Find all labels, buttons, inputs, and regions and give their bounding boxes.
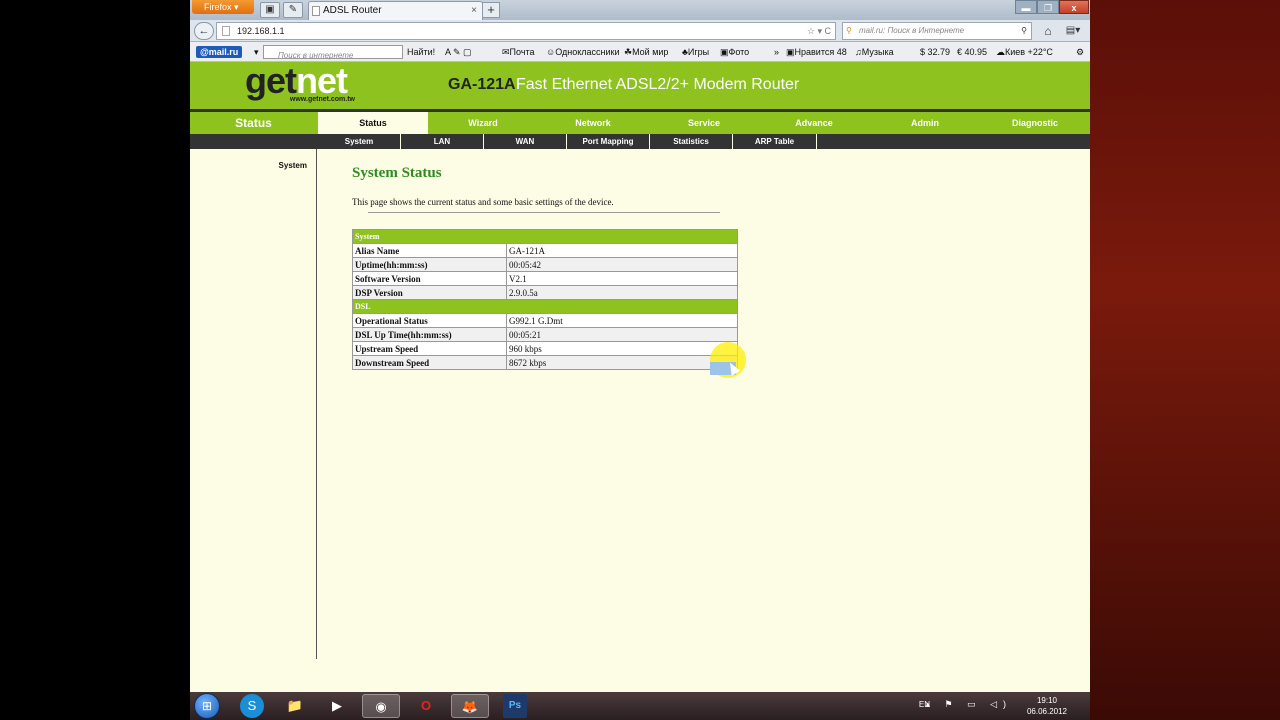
new-tab-button[interactable]: +: [482, 2, 500, 18]
explorer-icon[interactable]: 📁: [276, 694, 314, 718]
mail-link[interactable]: ✉ Почта: [502, 42, 535, 62]
skype-icon[interactable]: S: [240, 694, 264, 718]
page-icon: [222, 26, 230, 36]
router-header: getnet www.getnet.com.tw GA-121A Fast Et…: [190, 62, 1090, 109]
weather-widget[interactable]: ☁ Киев +22°C: [996, 42, 1053, 62]
search-icon[interactable]: ⚲: [1021, 23, 1027, 39]
desktop-wallpaper-edge: [1090, 0, 1280, 720]
music-link[interactable]: ♫ Музыка: [855, 42, 894, 62]
tab-close-icon[interactable]: ×: [471, 2, 477, 20]
clock-time: 19:10: [1036, 696, 1058, 705]
firefox-icon[interactable]: 🦊: [451, 694, 489, 718]
panorama-icon[interactable]: ▣: [260, 2, 280, 18]
photo-link[interactable]: ▣ Фото: [720, 42, 749, 62]
mailru-menu-chevron-icon[interactable]: ▾: [254, 42, 259, 62]
router-page: getnet www.getnet.com.tw GA-121A Fast Et…: [190, 62, 1090, 692]
tray-icons[interactable]: ▴ ⚑ ▭ ◁): [925, 699, 1012, 710]
opera-icon[interactable]: O: [407, 694, 445, 718]
tab-diagnostic[interactable]: Diagnostic: [980, 112, 1090, 134]
sidebar-item-system[interactable]: System: [279, 161, 307, 170]
games-link[interactable]: ♣ Игры: [682, 42, 709, 62]
media-player-icon[interactable]: ▶: [318, 694, 356, 718]
chrome-icon[interactable]: ◉: [362, 694, 400, 718]
start-button[interactable]: ⊞: [194, 693, 220, 719]
settings-icon[interactable]: ⚙: [1076, 42, 1084, 62]
tab-status[interactable]: Status: [318, 112, 428, 134]
home-icon[interactable]: ⌂: [1038, 22, 1058, 40]
table-row: Operational Status G992.1 G.Dmt: [352, 313, 738, 328]
model-name: GA-121A: [448, 76, 516, 93]
page-title: System Status: [352, 165, 442, 181]
section-header-dsl: DSL: [352, 299, 738, 314]
tab-title: ADSL Router: [323, 5, 382, 16]
page-icon: [312, 6, 320, 16]
more-chevron-icon[interactable]: »: [774, 42, 779, 62]
subnav-left-block: [190, 134, 317, 149]
font-size-icon[interactable]: A ✎ ▢: [445, 42, 472, 62]
product-name: Fast Ethernet ADSL2/2+ Modem Router: [516, 76, 800, 93]
back-button[interactable]: ←: [194, 22, 214, 40]
table-row: DSP Version 2.9.0.5a: [352, 285, 738, 300]
sub-nav: System LAN WAN Port Mapping Statistics A…: [190, 134, 1090, 149]
table-row: Upstream Speed 960 kbps: [352, 341, 738, 356]
eur-rate[interactable]: € 40.95: [957, 42, 987, 62]
pinned-tab-icon[interactable]: ✎: [283, 2, 303, 18]
search-engine-icon[interactable]: ⚲: [846, 23, 852, 39]
url-bar[interactable]: 192.168.1.1 ☆ ▾ C: [216, 22, 836, 40]
sidebar: System: [190, 149, 317, 659]
table-row: Software Version V2.1: [352, 271, 738, 286]
browser-titlebar: Firefox ▾ ▣ ✎ ADSL Router × + ▬ ❐ x: [190, 0, 1090, 20]
taskbar: ⊞ S 📁 ▶ ◉ O 🦊 Ps EN ▴ ⚑ ▭ ◁) 19:10 06.06…: [190, 692, 1090, 720]
odnoklassniki-link[interactable]: ☺ Одноклассники: [546, 42, 620, 62]
url-text: 192.168.1.1: [237, 26, 285, 36]
subtab-statistics[interactable]: Statistics: [650, 134, 733, 149]
table-row: DSL Up Time(hh:mm:ss) 00:05:21: [352, 327, 738, 342]
search-bar[interactable]: ⚲ mail.ru: Поиск в Интернете ⚲: [842, 22, 1032, 40]
mailru-toolbar: @mail.ru ▾ Поиск в интернете Найти! A ✎ …: [190, 42, 1090, 62]
subtab-wan[interactable]: WAN: [484, 134, 567, 149]
likes-link[interactable]: ▣ Нравится 48: [786, 42, 847, 62]
main-nav: Status Status Wizard Network Service Adv…: [190, 112, 1090, 134]
mailru-search-input[interactable]: Поиск в интернете: [263, 45, 403, 60]
section-header-system: System: [352, 229, 738, 244]
subtab-system[interactable]: System: [318, 134, 401, 149]
status-table: System Alias Name GA-121A Uptime(hh:mm:ss…: [352, 229, 738, 370]
tab-service[interactable]: Service: [649, 112, 759, 134]
clock[interactable]: 19:10 06.06.2012: [1022, 695, 1072, 717]
subtab-arp-table[interactable]: ARP Table: [733, 134, 817, 149]
tab-adsl-router[interactable]: ADSL Router ×: [308, 1, 483, 20]
close-button[interactable]: x: [1059, 0, 1089, 14]
subtab-lan[interactable]: LAN: [401, 134, 484, 149]
section-title: Status: [235, 116, 272, 130]
url-bar-buttons[interactable]: ☆ ▾ C: [807, 23, 831, 39]
table-row: Uptime(hh:mm:ss) 00:05:42: [352, 257, 738, 272]
tab-advance[interactable]: Advance: [759, 112, 869, 134]
tab-admin[interactable]: Admin: [870, 112, 980, 134]
clock-date: 06.06.2012: [1026, 707, 1068, 716]
left-black-bar: [0, 0, 190, 720]
page-description: This page shows the current status and s…: [352, 197, 614, 207]
find-button[interactable]: Найти!: [407, 42, 435, 62]
minimize-button[interactable]: ▬: [1015, 0, 1037, 14]
usd-rate[interactable]: $ 32.79: [920, 42, 950, 62]
table-row: Downstream Speed 8672 kbps: [352, 355, 738, 370]
subtab-port-mapping[interactable]: Port Mapping: [567, 134, 650, 149]
photoshop-icon[interactable]: Ps: [503, 694, 527, 718]
divider: [368, 212, 720, 213]
navigation-bar: ← 192.168.1.1 ☆ ▾ C ⚲ mail.ru: Поиск в И…: [190, 20, 1090, 42]
tab-wizard[interactable]: Wizard: [428, 112, 538, 134]
mailru-logo[interactable]: @mail.ru: [196, 46, 243, 58]
maximize-button[interactable]: ❐: [1037, 0, 1059, 14]
screen: Firefox ▾ ▣ ✎ ADSL Router × + ▬ ❐ x ← 19…: [190, 0, 1090, 720]
my-world-link[interactable]: ☘ Мой мир: [624, 42, 668, 62]
table-row: Alias Name GA-121A: [352, 243, 738, 258]
firefox-menu-button[interactable]: Firefox ▾: [192, 0, 254, 14]
search-placeholder: mail.ru: Поиск в Интернете: [859, 26, 965, 35]
getnet-logo: getnet www.getnet.com.tw: [245, 60, 355, 104]
bookmarks-menu-icon[interactable]: ▤▾: [1062, 22, 1084, 40]
tab-network[interactable]: Network: [538, 112, 648, 134]
